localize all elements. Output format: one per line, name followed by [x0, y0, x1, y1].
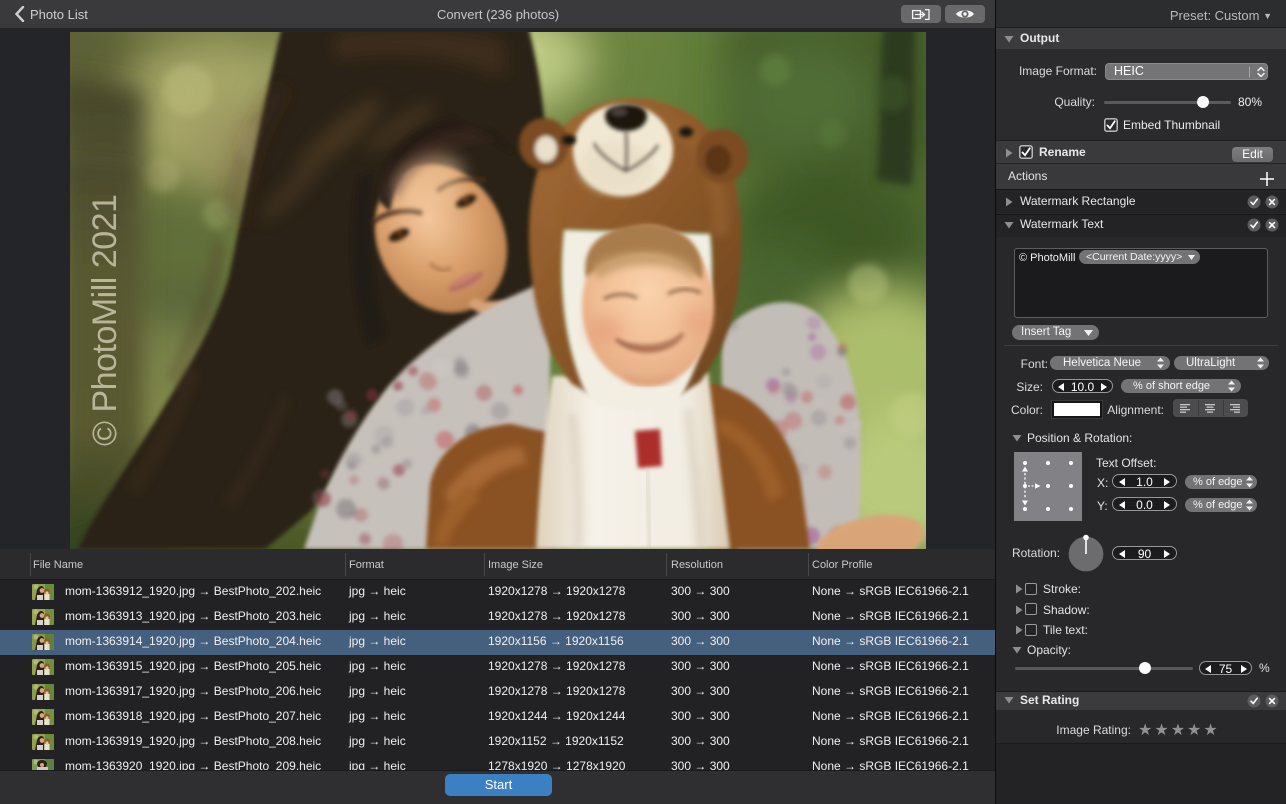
svg-text:© PhotoMill 2021: © PhotoMill 2021 [86, 195, 124, 446]
